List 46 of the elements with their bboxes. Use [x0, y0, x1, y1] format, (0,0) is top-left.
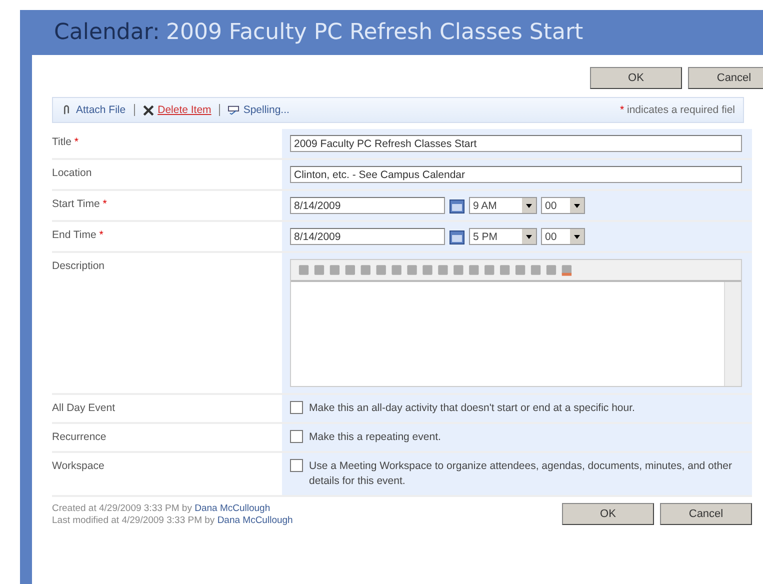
checkbox[interactable] — [290, 401, 303, 414]
date-field[interactable]: 8/14/2009 — [290, 197, 445, 214]
author-link[interactable]: Dana McCullough — [194, 503, 270, 514]
toolbar-link[interactable]: Spelling... — [243, 104, 290, 116]
field-label: All Day Event — [52, 402, 116, 414]
checkbox-label: Make this a repeating event. — [309, 430, 441, 445]
checkbox[interactable] — [290, 430, 303, 443]
checkbox[interactable] — [290, 459, 303, 472]
calendar-icon[interactable] — [449, 228, 465, 244]
checkbox-label: Use a Meeting Workspace to organize attendees, agendas, documents, minutes, and other details for this event. — [309, 459, 733, 489]
dropdown-arrow-icon — [573, 202, 581, 210]
checkbox-label: Make this an all-day activity that doesn't start or end at a specific hour. — [309, 401, 635, 416]
minute-dropdown[interactable]: 00 — [541, 228, 585, 245]
hour-dropdown[interactable]: 5 PM — [469, 228, 537, 245]
field-label: Title * — [52, 136, 78, 148]
hour-dropdown[interactable]: 9 AM — [469, 197, 537, 214]
date-field[interactable]: 8/14/2009 — [290, 228, 445, 245]
dropdown-arrow-icon — [573, 232, 581, 240]
created-info: Created at 4/29/2009 3:33 PM by Dana McCullough — [52, 503, 272, 515]
form-button[interactable]: OK — [562, 503, 654, 525]
author-link[interactable]: Dana McCullough — [217, 515, 293, 526]
input-field[interactable]: 2009 Faculty PC Refresh Classes Start — [290, 135, 742, 152]
field-label: Description — [52, 260, 105, 272]
toolbar-link[interactable]: Delete Item — [158, 104, 212, 116]
dropdown-arrow-icon — [525, 232, 533, 240]
form-button[interactable]: OK — [590, 67, 682, 89]
scroll-bar[interactable] — [724, 282, 741, 386]
toolbar-link[interactable]: Attach File — [76, 104, 126, 116]
form-button[interactable]: Cancel — [688, 67, 763, 89]
field-label: Location — [52, 167, 92, 179]
delete-icon — [142, 104, 154, 116]
required-note: * indicates a required fiel — [620, 104, 735, 116]
field-label: Workspace — [52, 460, 104, 472]
title-prefix: Calendar: — [54, 20, 160, 45]
field-label: Start Time * — [52, 198, 107, 210]
modified-info: Last modified at 4/29/2009 3:33 PM by Dana McCullough — [52, 515, 293, 527]
paperclip-icon — [61, 104, 72, 116]
form-button[interactable]: Cancel — [660, 503, 752, 525]
minute-dropdown[interactable]: 00 — [541, 197, 585, 214]
window-title: 2009 Faculty PC Refresh Classes Start — [166, 20, 584, 45]
calendar-icon[interactable] — [449, 198, 465, 214]
field-label: Recurrence — [52, 431, 106, 443]
input-field[interactable]: Clinton, etc. - See Campus Calendar — [290, 166, 742, 183]
spelling-icon — [228, 104, 240, 116]
dropdown-arrow-icon — [525, 202, 533, 210]
field-label: End Time * — [52, 229, 104, 241]
